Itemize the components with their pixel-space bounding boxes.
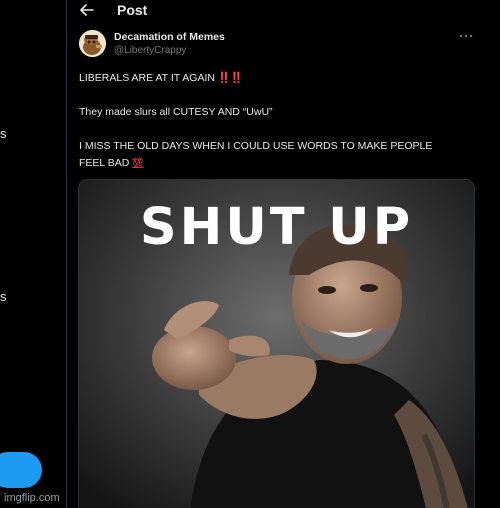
author-handle[interactable]: @LibertyCrappy [114, 45, 186, 56]
left-nav: s s imgflip.com [0, 0, 66, 508]
imgflip-watermark: imgflip.com [4, 492, 60, 504]
avatar-image [79, 30, 106, 57]
nav-item-fragment[interactable]: s [0, 289, 7, 304]
column-divider [66, 0, 67, 508]
avatar[interactable] [79, 30, 106, 57]
tweet-text-line: I MISS THE OLD DAYS WHEN I COULD USE WOR… [79, 140, 433, 152]
post-header: Post [67, 0, 500, 22]
tweet-text: LIBERALS ARE AT IT AGAIN [79, 72, 215, 84]
more-options-button[interactable] [458, 31, 474, 41]
post-button[interactable] [0, 452, 42, 488]
tweet-media-image[interactable]: SHUT UP [78, 179, 475, 508]
tweet-text: FEEL BAD [79, 157, 130, 169]
tweet-text-line: They made slurs all CUTESY AND “UwU” [79, 106, 273, 118]
nav-item-fragment[interactable]: s [0, 126, 7, 141]
meme-caption: SHUT UP [139, 198, 414, 257]
more-horizontal-icon [459, 34, 473, 38]
tweet-text-line: LIBERALS ARE AT IT AGAIN ‼️‼️ [79, 72, 479, 85]
tweet-text-line: FEEL BAD 💯 [79, 157, 479, 170]
screen: s s imgflip.com Post Decamation of Memes… [0, 0, 500, 508]
double-exclamation-emoji: ‼️‼️ [217, 72, 243, 84]
hundred-points-emoji: 💯 [132, 158, 144, 168]
back-button[interactable] [77, 1, 97, 19]
arrow-left-icon [80, 4, 94, 16]
page-title: Post [117, 2, 148, 18]
author-name[interactable]: Decamation of Memes [114, 31, 225, 43]
